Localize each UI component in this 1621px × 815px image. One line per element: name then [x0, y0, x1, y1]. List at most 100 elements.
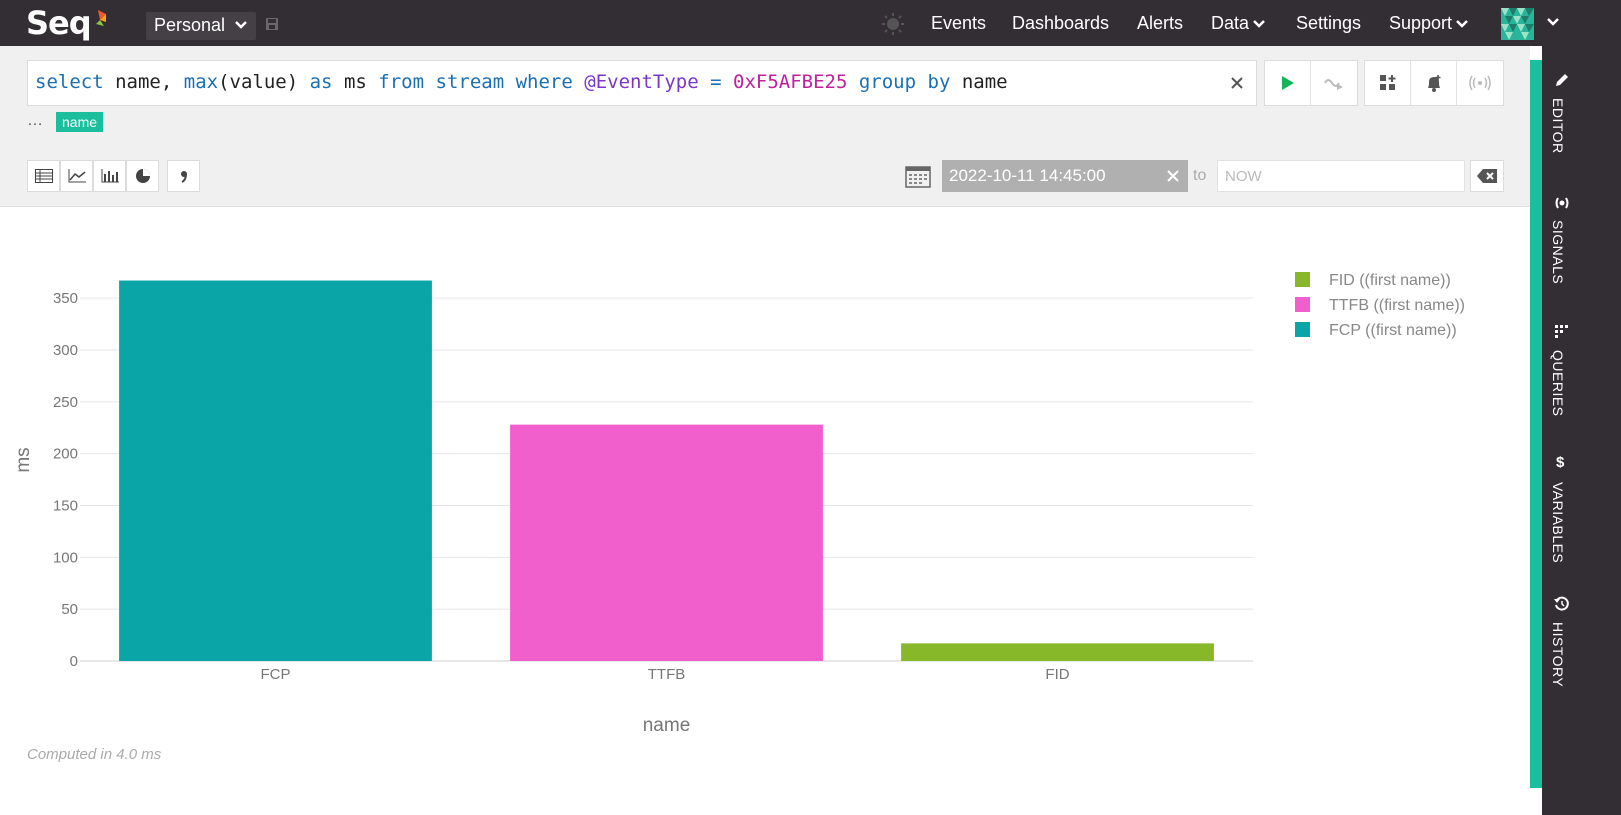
range-from-field[interactable]: 2022-10-11 14:45:00 — [942, 160, 1188, 192]
dollar-icon: $ — [1556, 454, 1565, 471]
pie-chart-icon — [135, 169, 150, 183]
legend-item: FID ((first name)) — [1329, 272, 1451, 289]
run-query-button[interactable] — [1265, 61, 1311, 105]
workspace-label: Personal — [154, 15, 226, 35]
group-column-tag[interactable]: name — [56, 112, 104, 132]
y-axis-title: ms — [13, 447, 34, 472]
pie-chart-view-button[interactable] — [126, 160, 159, 192]
query-panel: select name, max(value) as ms from strea… — [0, 46, 1530, 207]
nav-settings[interactable]: Settings — [1296, 13, 1361, 34]
query-token: stream — [435, 71, 505, 93]
chevron-down-icon — [1253, 20, 1265, 29]
legend-item: FCP ((first name)) — [1329, 322, 1457, 339]
legend-swatch — [1295, 322, 1310, 337]
sidebar-item-label: EDITOR — [1550, 98, 1566, 154]
bar-chart: 0 50 100 150 200 250 300 350 FCP TTFB FID name ms FID… — [13, 272, 1465, 736]
computed-time-note: Computed in 4.0 ms — [27, 746, 162, 763]
bar-chart-view-button[interactable] — [93, 160, 126, 192]
bar-ttfb — [510, 424, 823, 661]
table-icon — [34, 169, 53, 183]
x-tick-label: FCP — [261, 666, 291, 683]
bar-fcp — [119, 280, 432, 661]
nav-data-label: Data — [1211, 13, 1250, 33]
query-token: 0xF5AFBE25 — [733, 71, 848, 93]
query-token: select — [35, 71, 104, 93]
table-view-button[interactable] — [27, 160, 60, 192]
line-chart-icon — [68, 169, 86, 183]
y-tick-label: 200 — [53, 446, 78, 463]
query-editor[interactable]: select name, max(value) as ms from strea… — [27, 60, 1257, 106]
signal-icon — [1555, 197, 1569, 209]
query-token: max — [183, 71, 219, 93]
clear-range-button[interactable] — [1470, 160, 1504, 192]
sidebar-item-label: VARIABLES — [1550, 482, 1566, 564]
queries-list-icon — [1555, 325, 1568, 338]
query-token: from — [378, 71, 425, 93]
chevron-down-icon — [235, 21, 247, 29]
add-to-dashboard-icon — [1379, 75, 1395, 90]
range-until-field[interactable]: NOW — [1217, 160, 1465, 192]
line-chart-view-button[interactable] — [60, 160, 93, 192]
query-token: (value) — [218, 71, 299, 93]
user-avatar[interactable] — [1501, 8, 1534, 40]
nav-dashboards[interactable]: Dashboards — [1012, 13, 1109, 34]
clear-range-icon[interactable] — [1167, 170, 1179, 182]
save-icon[interactable] — [265, 17, 279, 31]
query-token: as — [309, 71, 333, 93]
nav-events[interactable]: Events — [931, 13, 986, 34]
y-tick-label: 350 — [53, 290, 78, 307]
right-sidebar: EDITOR SIGNALS QUERIES $ VARIABLES HISTO… — [1542, 46, 1621, 815]
refresh-button[interactable] — [1311, 61, 1357, 105]
query-token: = — [710, 71, 722, 93]
y-tick-label: 300 — [53, 342, 78, 359]
comma-icon — [180, 171, 187, 183]
y-tick-label: 0 — [70, 653, 78, 670]
y-tick-label: 50 — [61, 601, 78, 618]
y-tick-label: 100 — [53, 549, 78, 566]
query-token: name, — [115, 71, 173, 93]
avatar-pattern-icon — [1501, 8, 1534, 40]
play-icon — [1281, 76, 1294, 90]
seq-logo-mark-icon — [96, 10, 106, 26]
backspace-icon — [1477, 169, 1497, 183]
nav-support[interactable]: Support — [1389, 13, 1469, 34]
bar-chart-icon — [101, 169, 119, 183]
range-from-value: 2022-10-11 14:45:00 — [949, 166, 1106, 185]
add-alert-button[interactable] — [1411, 61, 1457, 105]
add-to-dashboard-button[interactable] — [1365, 61, 1411, 105]
query-token: @EventType — [584, 71, 699, 93]
workspace-selector[interactable]: Personal — [146, 12, 256, 40]
add-signal-button[interactable] — [1457, 61, 1503, 105]
y-tick-label: 250 — [53, 394, 78, 411]
nav-alerts[interactable]: Alerts — [1137, 13, 1183, 34]
nav-data[interactable]: Data — [1211, 13, 1266, 34]
query-token: ms — [343, 71, 367, 93]
run-button-group — [1264, 60, 1358, 106]
theme-toggle-icon[interactable] — [882, 13, 904, 35]
legend-swatch — [1295, 272, 1310, 287]
sidebar-item-label: SIGNALS — [1550, 220, 1566, 285]
query-token: name — [961, 71, 1008, 93]
pencil-icon — [1556, 74, 1568, 86]
sidebar-accent — [1530, 60, 1542, 788]
calendar-icon[interactable] — [905, 164, 931, 188]
sidebar-item-label: QUERIES — [1550, 350, 1566, 417]
auto-refresh-icon — [1324, 79, 1343, 90]
seq-logo[interactable]: Seq — [26, 4, 92, 42]
x-axis-title: name — [643, 715, 691, 736]
chevron-down-icon[interactable] — [1546, 15, 1560, 29]
x-tick-label: FID — [1045, 666, 1069, 683]
range-to-label: to — [1193, 167, 1207, 184]
more-columns-ellipsis[interactable]: … — [27, 112, 43, 130]
y-tick-label: 150 — [53, 497, 78, 514]
action-button-group — [1364, 60, 1504, 106]
legend-swatch — [1295, 297, 1310, 312]
bar-fid — [901, 643, 1214, 661]
top-navigation-bar: Seq Personal Events Dashboards Alerts Da… — [0, 0, 1621, 46]
csv-export-button[interactable] — [167, 160, 200, 192]
nav-support-label: Support — [1389, 13, 1453, 33]
query-token: where — [515, 71, 573, 93]
x-tick-label: TTFB — [648, 666, 686, 683]
clear-query-icon[interactable] — [1230, 76, 1244, 90]
history-icon — [1554, 596, 1569, 611]
